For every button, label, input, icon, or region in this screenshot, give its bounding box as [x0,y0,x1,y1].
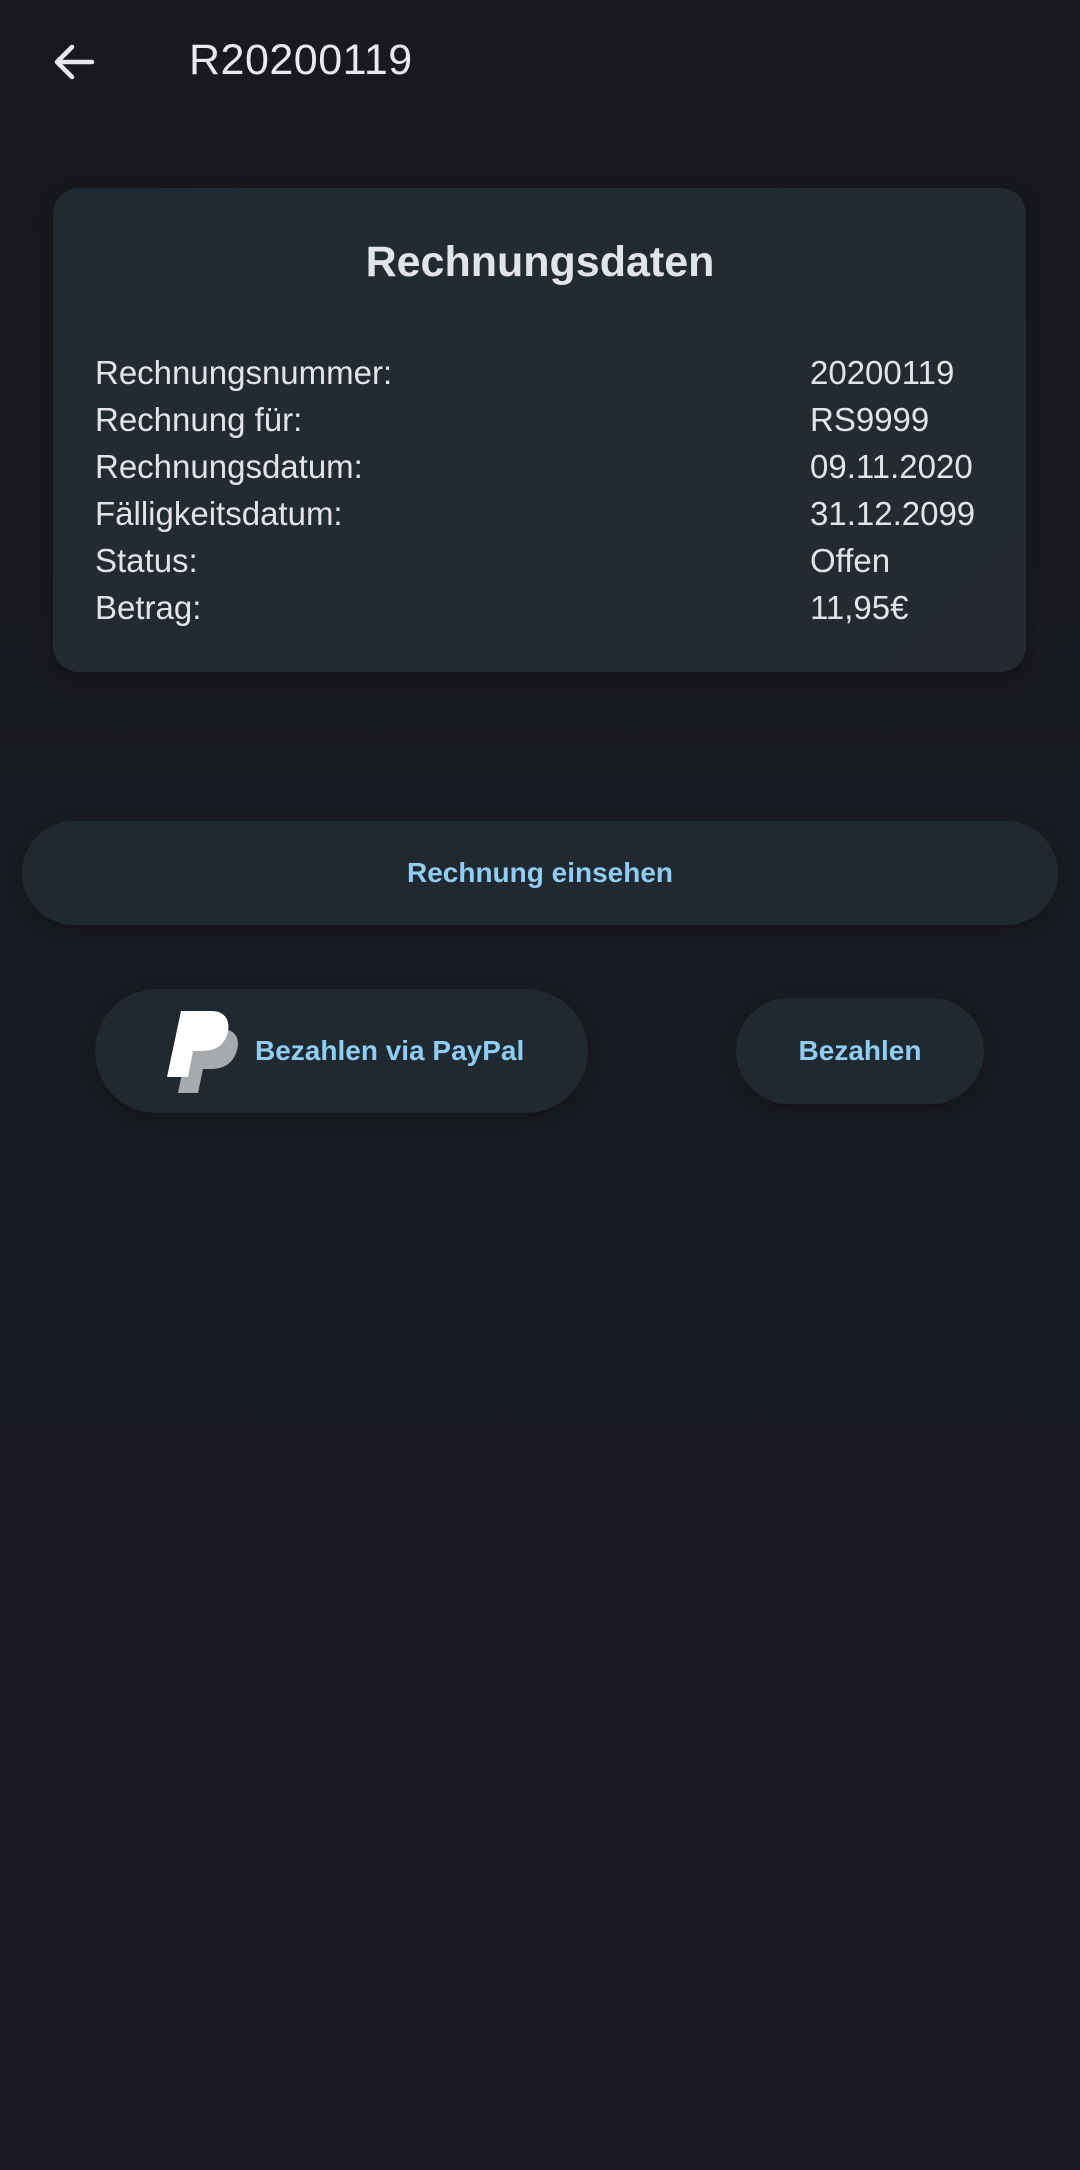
status-value: Offen [810,542,891,579]
pay-button-label: Bezahlen [798,1035,922,1066]
pay-via-paypal-button[interactable]: Bezahlen via PayPal [95,989,588,1113]
status-row: Status: Offen [95,537,995,584]
invoice-for-label: Rechnung für: [95,401,303,438]
amount-label: Betrag: [95,589,202,626]
arrow-left-icon [54,44,95,80]
status-label: Status: [95,542,198,579]
amount-value: 11,95€ [810,589,909,626]
due-date-row: Fälligkeitsdatum: 31.12.2099 [95,490,995,537]
view-invoice-button[interactable]: Rechnung einsehen [22,821,1058,925]
page-title: R20200119 [189,36,413,84]
pay-button[interactable]: Bezahlen [736,998,984,1104]
invoice-number-label: Rechnungsnummer: [95,354,393,391]
invoice-date-value: 09.11.2020 [810,448,973,485]
invoice-number-row: Rechnungsnummer: 20200119 [95,349,995,396]
view-invoice-label: Rechnung einsehen [406,857,674,888]
invoice-number-value: 20200119 [810,354,955,391]
invoice-date-row: Rechnungsdatum: 09.11.2020 [95,443,995,490]
due-date-label: Fälligkeitsdatum: [95,495,343,532]
invoice-for-value: RS9999 [810,401,930,438]
paypal-button-label: Bezahlen via PayPal [255,1035,525,1066]
paypal-logo-icon [167,1011,239,1093]
back-button[interactable] [38,26,110,98]
amount-row: Betrag: 11,95€ [95,584,995,631]
invoice-date-label: Rechnungsdatum: [95,448,363,485]
app-bar: R20200119 [0,0,1080,124]
due-date-value: 31.12.2099 [810,495,976,532]
card-title: Rechnungsdaten [365,238,715,286]
invoice-for-row: Rechnung für: RS9999 [95,396,995,443]
